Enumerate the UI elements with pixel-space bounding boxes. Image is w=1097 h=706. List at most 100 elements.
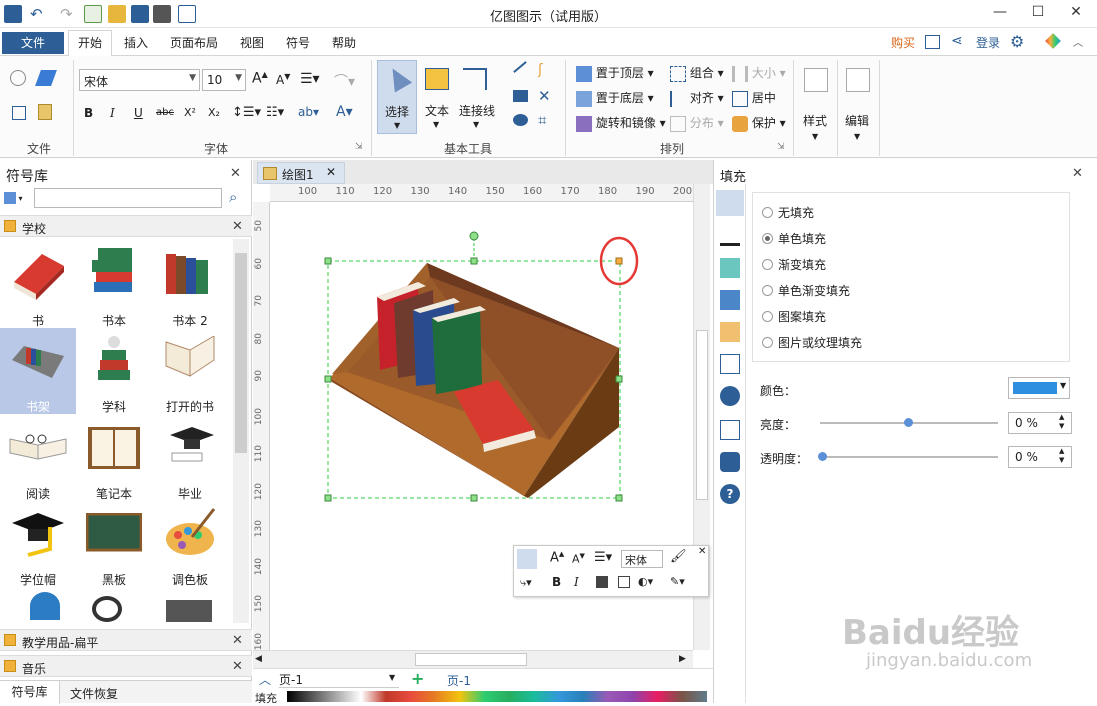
resize-handle[interactable] [324, 494, 332, 502]
group-button[interactable]: 组合 ▾ [670, 64, 724, 82]
send-back-icon[interactable] [618, 576, 630, 588]
underline-icon[interactable]: U [134, 106, 143, 120]
symbol-graduation[interactable]: 毕业 [152, 415, 228, 501]
close-icon[interactable]: ✕ [698, 546, 706, 557]
line-icon[interactable] [513, 61, 527, 73]
scrollbar-thumb[interactable] [696, 330, 708, 500]
resize-handle[interactable] [324, 257, 332, 265]
tab-help[interactable]: 帮助 [332, 34, 356, 51]
category-music-header[interactable]: 音乐 ✕ [0, 655, 252, 677]
select-tool-button[interactable]: 选择 ▼ [377, 60, 417, 134]
cross-icon[interactable]: ✕ [538, 87, 551, 105]
symbol-books-2[interactable]: 书本 2 [152, 242, 228, 328]
symbol-open-book[interactable]: 打开的书 [152, 328, 228, 414]
fill-option-picture[interactable]: 图片或纹理填充 [762, 334, 862, 351]
symbol-book[interactable]: 书 [0, 242, 76, 328]
curve-icon[interactable]: ʃ [538, 62, 543, 78]
center-button[interactable]: 居中 [732, 89, 776, 107]
mini-font-select[interactable]: 宋体 [621, 550, 663, 568]
bullets-icon[interactable]: ☷▾ [266, 105, 284, 120]
bold-icon[interactable]: B [552, 575, 561, 589]
send-to-back-button[interactable]: 置于底层 ▾ [576, 89, 654, 107]
symbol-subject[interactable]: 学科 [76, 328, 152, 414]
page-select[interactable]: 页-1 ▼ [279, 671, 399, 688]
resize-handle[interactable] [324, 375, 332, 383]
grow-font-icon[interactable]: A▲ [252, 70, 268, 87]
minimize-button[interactable]: — [990, 4, 1010, 22]
bold-icon[interactable]: B [84, 106, 93, 120]
attachment-icon[interactable] [720, 420, 740, 440]
share-screen-icon[interactable] [925, 35, 940, 49]
buy-link[interactable]: 购买 [891, 34, 915, 51]
crop-icon[interactable]: ⌗ [538, 111, 546, 129]
font-size-select[interactable]: 10 ▼ [202, 69, 246, 91]
resize-handle[interactable] [470, 494, 478, 502]
library-menu-icon[interactable]: ▾ [4, 190, 30, 208]
tab-page-layout[interactable]: 页面布局 [170, 34, 218, 51]
tab-symbol-library[interactable]: 符号库 [0, 681, 60, 704]
pointer-icon[interactable] [517, 549, 537, 569]
scrollbar-thumb[interactable] [415, 653, 527, 666]
shrink-font-icon[interactable]: A▼ [276, 72, 290, 87]
copy-icon[interactable] [12, 106, 26, 120]
line-color-icon[interactable]: ✎▾ [670, 575, 685, 588]
line-pen-icon[interactable] [720, 226, 740, 246]
font-color-icon[interactable]: A▾ [336, 104, 353, 120]
italic-icon[interactable]: I [574, 575, 579, 589]
close-icon[interactable]: ✕ [232, 659, 243, 674]
scroll-left-icon[interactable]: ◀ [255, 654, 262, 664]
image-icon[interactable] [720, 290, 740, 310]
grow-font-icon[interactable]: A▲ [550, 550, 564, 565]
close-icon[interactable]: ✕ [326, 165, 336, 179]
text-effect-icon[interactable]: ⌒▾ [334, 71, 355, 91]
format-painter-icon[interactable]: 🖌 [670, 549, 687, 564]
symbol-books[interactable]: 书本 [76, 242, 152, 328]
edit-button[interactable]: 编辑 ▼ [840, 60, 878, 152]
chevron-up-icon[interactable]: ︿ [259, 671, 271, 688]
rotation-handle[interactable] [469, 231, 479, 241]
symbol-scrollbar[interactable] [233, 239, 249, 623]
bring-to-front-button[interactable]: 置于顶层 ▾ [576, 64, 654, 82]
brightness-slider-knob[interactable] [904, 418, 913, 427]
close-icon[interactable]: ✕ [232, 219, 243, 234]
resize-handle[interactable] [615, 375, 623, 383]
style-button[interactable]: 样式 ▼ [798, 60, 836, 152]
transparency-input[interactable]: 0 % ▲ ▼ [1008, 446, 1072, 468]
protect-button[interactable]: 保护 ▾ [732, 114, 786, 132]
fill-option-gradient[interactable]: 渐变填充 [762, 256, 826, 273]
distribute-button[interactable]: 分布 ▾ [670, 114, 724, 132]
font-name-select[interactable]: 宋体 ▼ [79, 69, 200, 91]
symbol-bachelor-cap[interactable]: 学位帽 [0, 501, 76, 587]
rotate-mirror-button[interactable]: 旋转和镜像 ▾ [576, 114, 666, 132]
settings-gear-icon[interactable]: ⚙ [1010, 32, 1024, 51]
layer-icon[interactable] [720, 322, 740, 342]
category-teaching-flat-header[interactable]: 教学用品-扁平 ✕ [0, 629, 252, 651]
resize-handle-highlighted[interactable] [615, 257, 623, 265]
help-icon[interactable]: ? [720, 484, 740, 504]
collapse-ribbon-icon[interactable]: ︿ [1073, 34, 1083, 49]
format-painter-icon[interactable] [35, 70, 57, 86]
transparency-slider-knob[interactable] [818, 452, 827, 461]
ellipse-icon[interactable] [513, 114, 528, 126]
close-icon[interactable]: ✕ [230, 166, 241, 181]
fill-color-icon[interactable]: ◐▾ [638, 575, 653, 588]
page-tab[interactable]: 页-1 [447, 672, 471, 689]
tab-symbol[interactable]: 符号 [286, 34, 310, 51]
search-icon[interactable]: ⌕ [229, 188, 237, 206]
resize-handle[interactable] [615, 494, 623, 502]
horizontal-scrollbar[interactable]: ◀ ▶ [253, 650, 693, 668]
color-swatches[interactable] [287, 691, 707, 702]
login-link[interactable]: 登录 [976, 34, 1000, 51]
tab-insert[interactable]: 插入 [124, 34, 148, 51]
symbol-blackboard[interactable]: 黑板 [76, 501, 152, 587]
connector-icon[interactable]: ⤷▾ [520, 576, 532, 590]
cut-icon[interactable] [10, 70, 26, 86]
transparency-slider[interactable] [820, 456, 998, 458]
close-icon[interactable]: ✕ [1072, 166, 1083, 181]
align-button[interactable]: 对齐 ▾ [670, 89, 724, 107]
text-color-icon[interactable]: ab▾ [298, 105, 319, 119]
shrink-font-icon[interactable]: A▼ [572, 552, 585, 566]
shadow-icon[interactable] [720, 258, 740, 278]
strikethrough-icon[interactable]: abc [156, 107, 174, 118]
superscript-icon[interactable]: X² [184, 106, 196, 119]
